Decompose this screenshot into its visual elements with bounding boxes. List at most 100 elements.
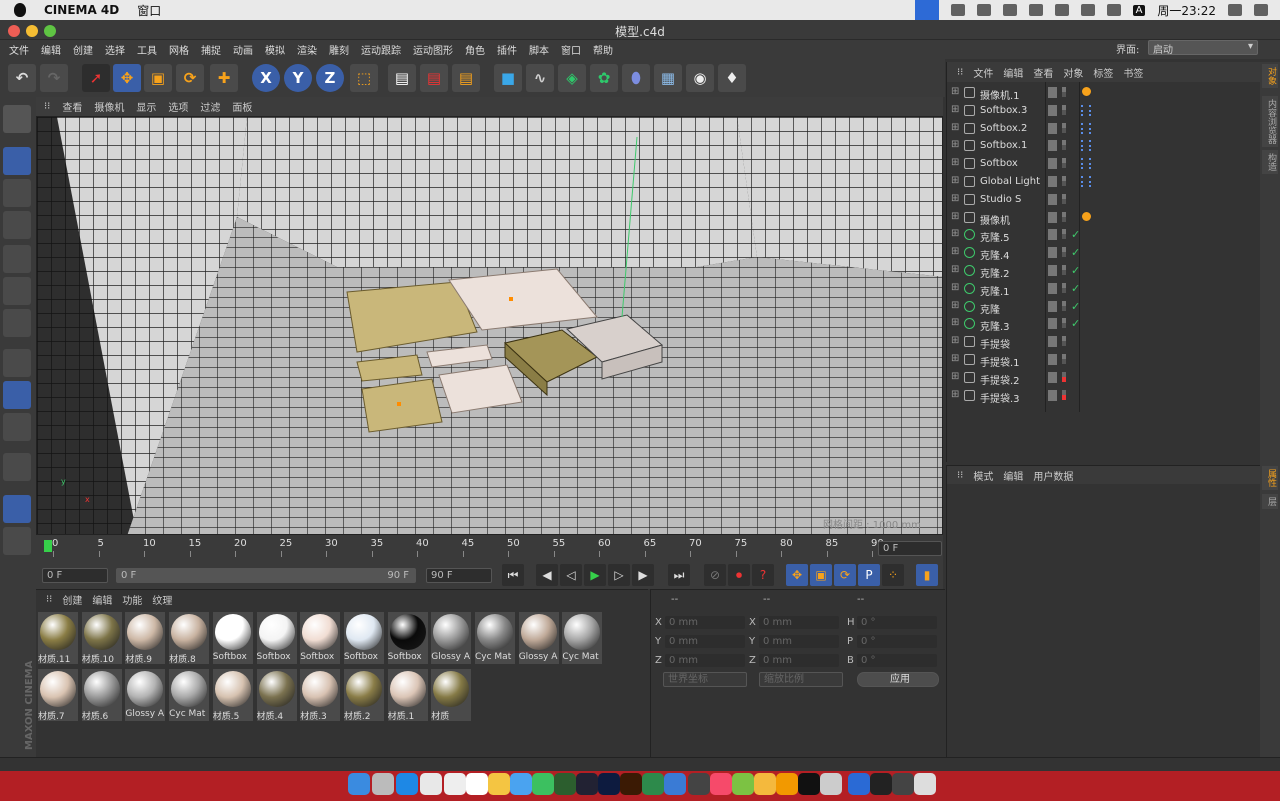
timeline[interactable]: 051015202530354045505560657075808590 0 F [36, 535, 943, 561]
object-row[interactable]: ⊞ 手提袋 [947, 333, 1261, 351]
object-name[interactable]: Studio S [980, 194, 1021, 205]
attribute-menu-item[interactable]: 模式 [973, 468, 993, 483]
input-method[interactable]: A [1132, 4, 1146, 16]
material-swatch[interactable]: Cyc Mat [169, 669, 210, 721]
target-tag-icon[interactable] [1081, 140, 1091, 152]
points-mode-icon[interactable] [3, 245, 31, 273]
main-menu-item[interactable]: 角色 [465, 42, 485, 57]
coord-value-field[interactable]: 0 mm [665, 654, 745, 667]
visibility-dots-icon[interactable] [1062, 122, 1066, 133]
enabled-check-icon[interactable]: ✓ [1071, 300, 1080, 313]
play-icon[interactable]: ▶ [584, 564, 606, 586]
visibility-dots-icon[interactable] [1062, 318, 1066, 329]
expand-icon[interactable]: ⊞ [951, 211, 959, 222]
material-menu-item[interactable]: 编辑 [92, 592, 112, 607]
cinema4d-alt-icon[interactable] [576, 773, 598, 795]
expand-icon[interactable]: ⊞ [951, 389, 959, 400]
object-name[interactable]: 摄像机 [980, 212, 1010, 227]
layer-tag-icon[interactable] [1048, 193, 1057, 205]
object-menu-item[interactable]: 编辑 [1003, 65, 1023, 80]
object-name[interactable]: 克隆 [980, 301, 1000, 316]
books-icon[interactable] [776, 773, 798, 795]
edges-mode-icon[interactable] [3, 277, 31, 305]
main-menu-item[interactable]: 网格 [169, 42, 189, 57]
illustrator-icon[interactable] [620, 773, 642, 795]
material-swatch[interactable]: Glossy A [125, 669, 166, 721]
layer-tag-icon[interactable] [1048, 282, 1057, 294]
coord-value-field[interactable]: 0 mm [759, 635, 839, 648]
launchpad-icon[interactable] [372, 773, 394, 795]
x-axis-icon[interactable]: X [252, 64, 280, 92]
layer-tag-icon[interactable] [1048, 265, 1057, 276]
material-swatch[interactable]: Cyc Mat [562, 612, 603, 664]
viewport-handle-icon[interactable]: ⁝⁝ [44, 101, 50, 112]
next-frame-icon[interactable]: ▷ [608, 564, 630, 586]
rotate-icon[interactable]: ⟳ [176, 64, 204, 92]
material-swatch[interactable]: 材质.8 [169, 612, 210, 665]
material-menu-item[interactable]: 功能 [122, 592, 142, 607]
main-menu-item[interactable]: 创建 [73, 42, 93, 57]
object-row[interactable]: ⊞ 摄像机 [947, 209, 1261, 227]
material-swatch[interactable]: 材质.1 [387, 669, 428, 722]
soft-selection-icon[interactable] [3, 413, 31, 441]
visibility-dots-icon[interactable] [1062, 193, 1066, 204]
expand-icon[interactable]: ⊞ [951, 86, 959, 97]
layer-tag-icon[interactable] [1048, 140, 1057, 152]
visibility-dots-icon[interactable] [1062, 371, 1066, 382]
object-name[interactable]: 克隆.4 [980, 247, 1010, 262]
layer-tag-icon[interactable] [1048, 247, 1057, 259]
material-swatch[interactable]: Cyc Mat [475, 612, 515, 664]
notification-icon[interactable] [1002, 4, 1017, 16]
object-name[interactable]: 手提袋.2 [980, 372, 1020, 387]
tab-objects[interactable]: 对象 [1262, 64, 1278, 88]
object-row[interactable]: ⊞ 克隆 ✓ [947, 298, 1261, 316]
system-preferences-icon[interactable] [820, 773, 842, 795]
go-to-end-icon[interactable]: ⏭ [668, 564, 690, 586]
apple-icon[interactable] [14, 3, 26, 17]
key-scale-icon[interactable]: ▣ [810, 564, 832, 586]
coord-value-field[interactable]: 0 mm [759, 616, 839, 629]
object-row[interactable]: ⊞ 克隆.4 ✓ [947, 244, 1261, 262]
main-menu-item[interactable]: 窗口 [561, 42, 581, 57]
expand-icon[interactable]: ⊞ [951, 193, 959, 204]
light-icon[interactable]: ♦ [718, 64, 746, 92]
visibility-dots-icon[interactable] [1062, 336, 1066, 347]
chrome-icon[interactable] [420, 773, 442, 795]
recent-tool-icon[interactable]: ✚ [210, 64, 238, 92]
visibility-dots-icon[interactable] [1062, 140, 1066, 151]
object-name[interactable]: 克隆.1 [980, 283, 1010, 298]
record-keys-icon[interactable]: ⏺ [728, 564, 750, 586]
go-to-start-icon[interactable]: ⏮ [502, 564, 524, 586]
cloner-icon[interactable]: ✿ [590, 64, 618, 92]
layer-tag-icon[interactable] [1048, 300, 1057, 312]
object-name[interactable]: Softbox [980, 158, 1018, 169]
material-swatch[interactable]: 材质 [431, 669, 472, 722]
expand-icon[interactable]: ⊞ [951, 122, 959, 133]
layer-tag-icon[interactable] [1048, 158, 1057, 170]
visibility-dots-icon[interactable] [1062, 229, 1066, 240]
visibility-dots-icon[interactable] [1062, 247, 1066, 258]
redo-icon[interactable]: ↷ [40, 64, 68, 92]
layer-tag-icon[interactable] [1048, 336, 1057, 348]
material-swatch[interactable]: 材质.5 [212, 669, 253, 722]
y-axis-icon[interactable]: Y [284, 64, 312, 92]
layer-tag-icon[interactable] [1048, 389, 1057, 401]
autokey-icon[interactable]: ? [752, 564, 774, 586]
xcode-icon[interactable] [688, 773, 710, 795]
enabled-check-icon[interactable]: ✓ [1071, 317, 1080, 330]
object-row[interactable]: ⊞ 手提袋.2 [947, 369, 1261, 387]
object-name[interactable]: 手提袋.1 [980, 354, 1020, 369]
visibility-dots-icon[interactable] [1062, 87, 1066, 97]
object-row[interactable]: ⊞ Studio S [947, 191, 1261, 209]
z-axis-icon[interactable]: Z [316, 64, 344, 92]
preview-icon[interactable] [444, 773, 466, 795]
expand-icon[interactable]: ⊞ [951, 104, 959, 115]
motion-record-icon[interactable]: ⊘ [704, 564, 726, 586]
clock[interactable]: 周一23:22 [1157, 2, 1216, 19]
viewport-menu-item[interactable]: 查看 [62, 99, 82, 114]
main-menu-item[interactable]: 动画 [233, 42, 253, 57]
planar-workplane-icon[interactable] [3, 527, 31, 555]
render-picture-viewer-icon[interactable]: ▤ [420, 64, 448, 92]
object-row[interactable]: ⊞ Global Light [947, 173, 1261, 191]
material-swatch[interactable]: Softbox [256, 612, 297, 664]
